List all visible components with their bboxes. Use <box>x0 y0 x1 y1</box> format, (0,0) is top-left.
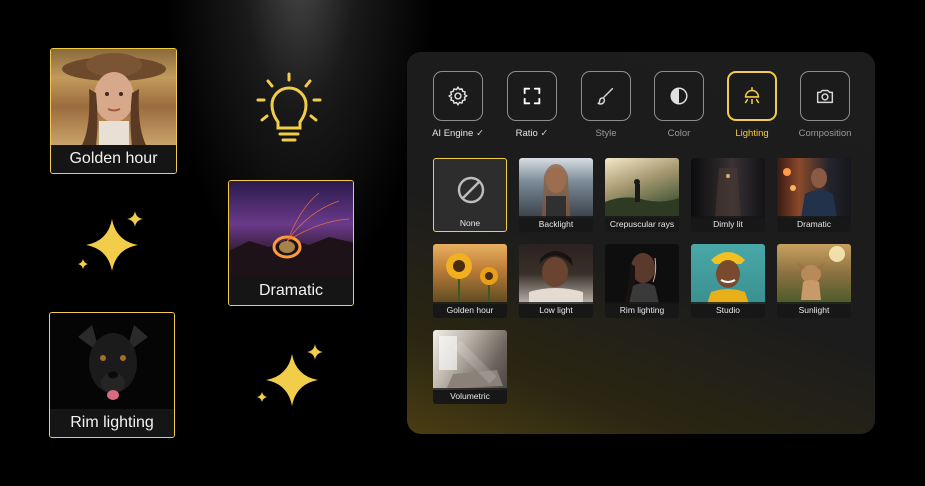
tool-color[interactable] <box>654 71 704 121</box>
tool-label-ratio: Ratio ✓ <box>515 128 549 139</box>
lighting-option-dimly-lit[interactable]: Dimly lit <box>691 158 765 232</box>
tile-image <box>433 244 507 304</box>
card-caption: Dramatic <box>229 277 353 305</box>
tool-label-lighting: Lighting <box>735 128 769 139</box>
tool-ratio[interactable] <box>507 71 557 121</box>
tile-label: Dimly lit <box>691 216 765 232</box>
tool-style[interactable] <box>581 71 631 121</box>
lighting-option-rim-lighting[interactable]: Rim lighting <box>605 244 679 318</box>
lighting-option-golden-hour[interactable]: Golden hour <box>433 244 507 318</box>
showcase-card-rim-lighting: Rim lighting <box>49 312 175 438</box>
woman-hat-illustration <box>62 53 166 147</box>
tile-label: Low light <box>519 302 593 318</box>
tool-label-ai-engine: AI Engine ✓ <box>432 128 484 139</box>
lighting-option-low-light[interactable]: Low light <box>519 244 593 318</box>
woman-portrait-image <box>51 49 176 147</box>
tile-image <box>691 158 765 218</box>
black-dog-image <box>50 313 174 409</box>
lighting-option-volumetric[interactable]: Volumetric <box>433 330 507 404</box>
tile-label: Dramatic <box>777 216 851 232</box>
steel-wool-image <box>229 181 353 279</box>
lighting-option-dramatic[interactable]: Dramatic <box>777 158 851 232</box>
lighting-option-backlight[interactable]: Backlight <box>519 158 593 232</box>
tile-label: Rim lighting <box>605 302 679 318</box>
showcase-card-dramatic: Dramatic <box>228 180 354 306</box>
card-caption: Rim lighting <box>50 409 174 437</box>
tile-label: Golden hour <box>433 302 507 318</box>
tile-image <box>691 244 765 304</box>
tool-label-composition: Composition <box>798 128 852 139</box>
tile-label: None <box>459 218 481 228</box>
lighting-option-studio[interactable]: Studio <box>691 244 765 318</box>
tool-label-style: Style <box>595 128 617 139</box>
tile-image <box>519 244 593 304</box>
tool-label-color: Color <box>667 128 691 139</box>
brush-icon <box>597 87 614 105</box>
contrast-icon <box>670 87 688 105</box>
showcase-card-golden-hour: Golden hour <box>50 48 177 174</box>
tile-image <box>605 244 679 304</box>
lighting-option-sunlight[interactable]: Sunlight <box>777 244 851 318</box>
tile-label: Studio <box>691 302 765 318</box>
tile-label: Backlight <box>519 216 593 232</box>
tool-ai-engine[interactable] <box>433 71 483 121</box>
lighting-option-crepuscular-rays[interactable]: Crepuscular rays <box>605 158 679 232</box>
tile-image <box>777 158 851 218</box>
card-caption: Golden hour <box>51 145 176 173</box>
tile-label: Sunlight <box>777 302 851 318</box>
lighting-option-none[interactable]: None <box>433 158 507 232</box>
sparkle-icon <box>78 211 143 271</box>
sparkle-icon <box>257 344 323 406</box>
camera-icon <box>816 89 834 104</box>
tile-image <box>433 330 507 390</box>
tile-image <box>605 158 679 218</box>
tool-composition[interactable] <box>800 71 850 121</box>
dog-illustration <box>78 325 148 400</box>
tile-image <box>519 158 593 218</box>
tool-lighting[interactable] <box>727 71 777 121</box>
gear-icon <box>448 86 468 107</box>
frame-corners-icon <box>523 87 541 105</box>
fire-ring-illustration <box>229 192 353 279</box>
light-bulb-icon <box>256 72 322 142</box>
tile-label: Crepuscular rays <box>605 216 679 232</box>
tile-image <box>777 244 851 304</box>
prohibited-icon <box>457 176 485 204</box>
lighting-options-panel: AI Engine ✓ Ratio ✓ Style Color Lighting… <box>407 52 875 434</box>
lamp-icon <box>744 86 760 105</box>
tile-label: Volumetric <box>433 388 507 404</box>
